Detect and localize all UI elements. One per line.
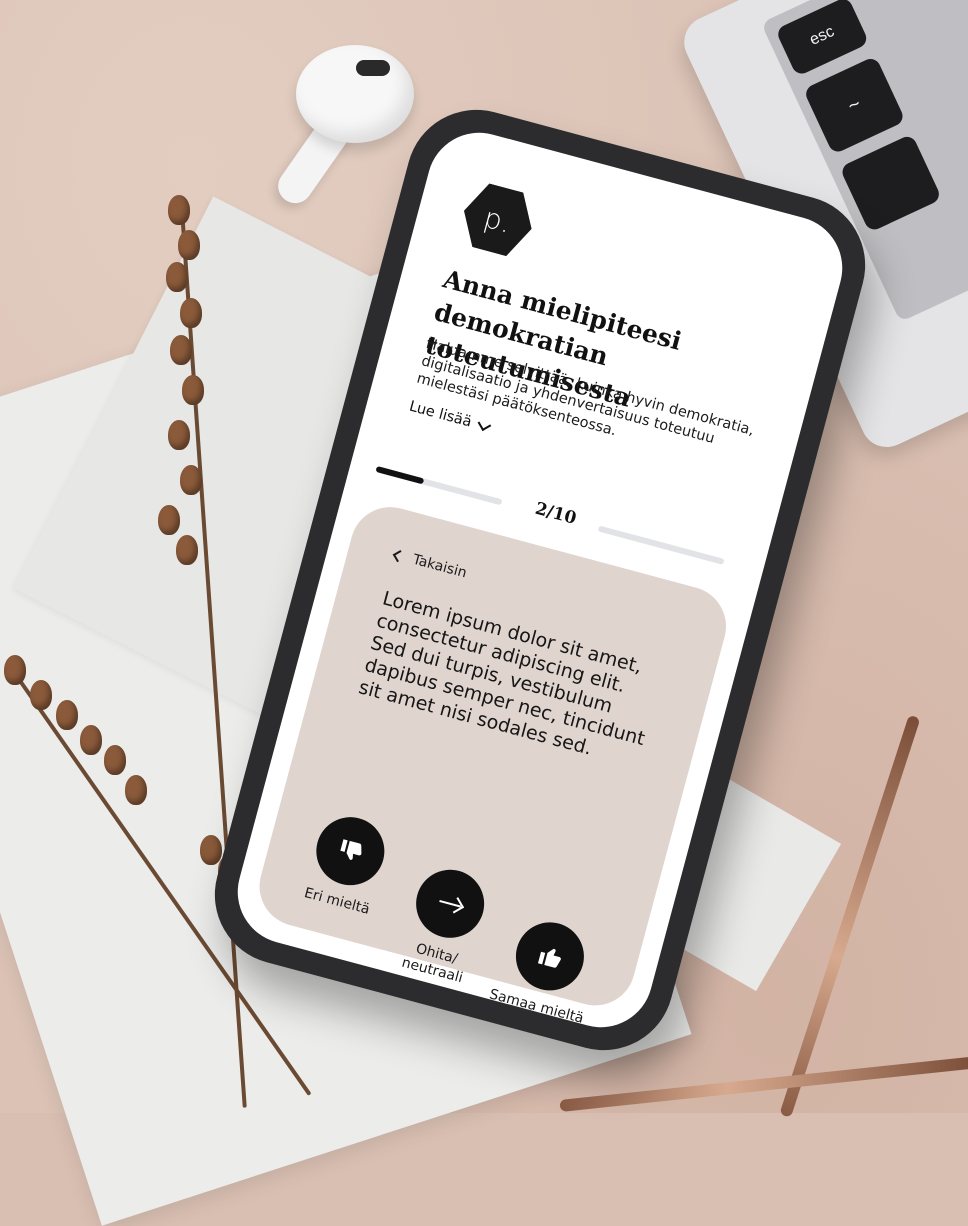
back-button[interactable]: Takaisin [392, 547, 469, 582]
answer-actions: Eri mieltä Ohita/ neutraali Samaa mieltä [267, 805, 639, 1039]
earbud-speaker [356, 60, 390, 76]
chevron-down-icon [477, 417, 492, 432]
arrow-right-icon [439, 899, 462, 908]
app-logo: p. [455, 177, 541, 263]
chevron-left-icon [392, 549, 406, 562]
phone-screen: p. Anna mielipiteesi demokratian toteutu… [226, 121, 854, 1039]
question-card: Takaisin Lorem ipsum dolor sit amet, con… [250, 498, 735, 1027]
back-label: Takaisin [410, 551, 469, 582]
progress-label: 2/10 [532, 498, 579, 529]
skip-label: Ohita/ neutraali [399, 940, 465, 987]
thumbs-down-icon [340, 839, 362, 860]
agree-circle[interactable] [508, 914, 592, 999]
phone: p. Anna mielipiteesi demokratian toteutu… [199, 94, 881, 1066]
skip-button[interactable]: Ohita/ neutraali [382, 858, 508, 992]
phone-frame: p. Anna mielipiteesi demokratian toteutu… [199, 94, 881, 1066]
skip-circle[interactable] [408, 862, 492, 946]
progress-track [597, 525, 725, 565]
question-statement: Lorem ipsum dolor sit amet, consectetur … [356, 587, 648, 760]
app-logo-text: p. [480, 200, 515, 240]
agree-label: Samaa mieltä [487, 986, 586, 1027]
disagree-circle[interactable] [308, 809, 392, 893]
disagree-label: Eri mieltä [302, 884, 372, 918]
laptop-key [839, 133, 943, 233]
thumbs-up-icon [537, 948, 561, 968]
progress-fill [375, 465, 425, 485]
agree-button[interactable]: Samaa mieltä [486, 911, 607, 1029]
read-more-label: Lue lisää [407, 398, 474, 431]
disagree-button[interactable]: Eri mieltä [286, 805, 407, 923]
